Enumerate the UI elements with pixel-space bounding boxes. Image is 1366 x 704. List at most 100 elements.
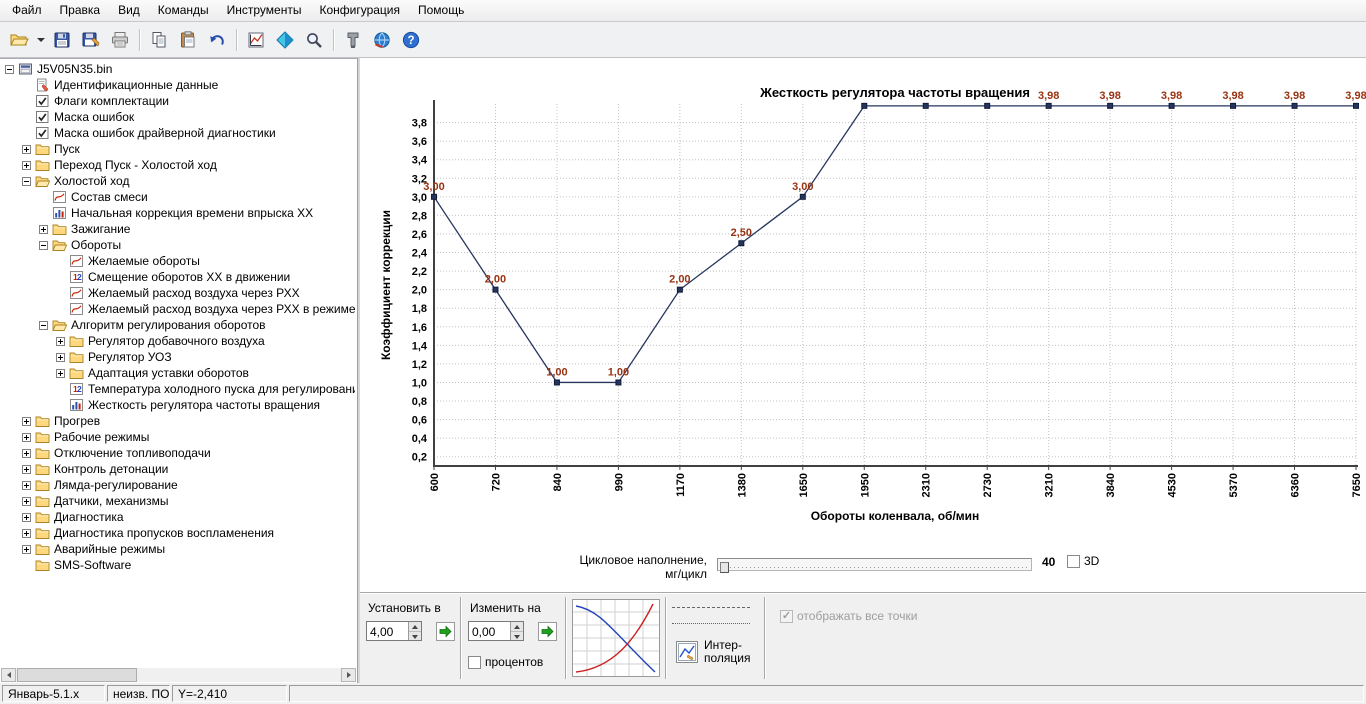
open-button[interactable] (5, 26, 33, 54)
connection-button[interactable] (368, 26, 396, 54)
tree-item[interactable]: Регулятор добавочного воздуха (2, 333, 355, 349)
tree-item[interactable]: SMS-Software (2, 557, 355, 573)
tree-item[interactable]: Прогрев (2, 413, 355, 429)
paste-button[interactable] (174, 26, 202, 54)
data-point[interactable] (984, 102, 991, 109)
tree-item[interactable]: Начальная коррекция времени впрыска ХХ (2, 205, 355, 221)
tree-item[interactable]: Состав смеси (2, 189, 355, 205)
slider-track[interactable] (717, 558, 1032, 573)
menu-help[interactable]: Помощь (409, 0, 473, 21)
data-point[interactable] (1045, 102, 1052, 109)
data-point[interactable] (431, 193, 437, 200)
tree-item[interactable]: Обороты (2, 237, 355, 253)
tree-expand-icon[interactable] (22, 160, 31, 170)
menu-edit[interactable]: Правка (51, 0, 110, 21)
tree-expand-icon[interactable] (22, 528, 31, 538)
tree-expand-icon[interactable] (56, 352, 65, 362)
tree-expand-icon[interactable] (39, 224, 48, 234)
tree-item[interactable]: Датчики, механизмы (2, 493, 355, 509)
tree-collapse-icon[interactable] (39, 240, 48, 250)
tree-item[interactable]: Рабочие режимы (2, 429, 355, 445)
apply-change-button[interactable] (538, 622, 557, 641)
tree-item[interactable]: Аварийные режимы (2, 541, 355, 557)
tree-expand-icon[interactable] (22, 416, 31, 426)
copy-button[interactable] (145, 26, 173, 54)
tools-button[interactable] (339, 26, 367, 54)
tree-item[interactable]: Алгоритм регулирования оборотов (2, 317, 355, 333)
tree-item[interactable]: Зажигание (2, 221, 355, 237)
menu-tools[interactable]: Инструменты (218, 0, 311, 21)
slider-thumb[interactable] (720, 562, 729, 573)
tree-item[interactable]: Контроль детонации (2, 461, 355, 477)
tree-expand-icon[interactable] (22, 512, 31, 522)
function-preview[interactable] (572, 599, 660, 677)
save-as-button[interactable] (77, 26, 105, 54)
tree-item[interactable]: Пуск (2, 141, 355, 157)
tree-item[interactable]: 1 2 Смещение оборотов ХХ в движении (2, 269, 355, 285)
tree-expand-icon[interactable] (22, 464, 31, 474)
data-point[interactable] (1230, 102, 1237, 109)
scroll-left-button[interactable] (1, 668, 16, 682)
menu-view[interactable]: Вид (109, 0, 149, 21)
compare-button[interactable] (271, 26, 299, 54)
interpolation-button[interactable]: Интер- поляция (676, 639, 750, 665)
help-button[interactable]: ? (397, 26, 425, 54)
tree-item[interactable]: Отключение топливоподачи (2, 445, 355, 461)
print-button[interactable] (106, 26, 134, 54)
tree-item[interactable]: Маска ошибок драйверной диагностики (2, 125, 355, 141)
tree-item[interactable]: Желаемый расход воздуха через РХХ (2, 285, 355, 301)
menu-configuration[interactable]: Конфигурация (310, 0, 409, 21)
menu-file[interactable]: Файл (3, 0, 51, 21)
data-point[interactable] (1291, 102, 1298, 109)
menu-commands[interactable]: Команды (149, 0, 218, 21)
spin-down-button[interactable] (409, 631, 421, 640)
tree-item[interactable]: Желаемые обороты (2, 253, 355, 269)
tree-item[interactable]: Диагностика пропусков воспламенения (2, 525, 355, 541)
tree-item[interactable]: Регулятор УОЗ (2, 349, 355, 365)
data-point[interactable] (553, 379, 560, 386)
tree-item[interactable]: J5V05N35.bin (2, 61, 355, 77)
tree-item[interactable]: Жесткость регулятора частоты вращения (2, 397, 355, 413)
tree-item[interactable]: Флаги комплектации (2, 93, 355, 109)
scrollbar-track[interactable] (137, 668, 341, 682)
tree-expand-icon[interactable] (22, 432, 31, 442)
set-to-input[interactable] (367, 622, 408, 640)
tree-collapse-icon[interactable] (22, 176, 31, 186)
data-point[interactable] (738, 240, 745, 247)
tree-collapse-icon[interactable] (39, 320, 48, 330)
scroll-right-button[interactable] (341, 668, 356, 682)
tree-item[interactable]: Желаемый расход воздуха через РХХ в режи… (2, 301, 355, 317)
data-point[interactable] (799, 193, 806, 200)
tree-expand-icon[interactable] (22, 480, 31, 490)
tree-item[interactable]: Маска ошибок (2, 109, 355, 125)
tree-item[interactable]: Лямда-регулирование (2, 477, 355, 493)
zoom-button[interactable] (300, 26, 328, 54)
tree-expand-icon[interactable] (56, 336, 65, 346)
data-point[interactable] (861, 102, 868, 109)
tree-expand-icon[interactable] (22, 448, 31, 458)
tree-item[interactable]: Идентификационные данные (2, 77, 355, 93)
checkbox-percent[interactable] (468, 655, 481, 669)
spin-up-button[interactable] (511, 622, 523, 632)
apply-set-button[interactable] (436, 622, 455, 641)
save-button[interactable] (48, 26, 76, 54)
tree-collapse-icon[interactable] (5, 64, 14, 74)
data-point[interactable] (615, 379, 622, 386)
data-point[interactable] (492, 286, 499, 293)
spin-down-button[interactable] (511, 631, 523, 640)
tree-expand-icon[interactable] (22, 544, 31, 554)
tree-item[interactable]: Холостой ход (2, 173, 355, 189)
data-point[interactable] (922, 102, 929, 109)
spin-up-button[interactable] (409, 622, 421, 632)
change-by-input[interactable] (469, 622, 510, 640)
tree-item[interactable]: 1 2 Температура холодного пуска для регули… (2, 381, 355, 397)
tree-item[interactable]: Диагностика (2, 509, 355, 525)
tree-item[interactable]: Адаптация уставки оборотов (2, 365, 355, 381)
data-point[interactable] (1168, 102, 1175, 109)
regulator-stiffness-chart[interactable]: 0,2 0,4 0,6 0,8 1,0 1,2 1,4 1,6 1,8 2,0 2,2 2,4 2,6 2… (360, 58, 1366, 548)
cycle-fill-slider[interactable] (717, 556, 1032, 574)
tree-expand-icon[interactable] (22, 496, 31, 506)
data-point[interactable] (1353, 102, 1359, 109)
tree-item[interactable]: Переход Пуск - Холостой ход (2, 157, 355, 173)
data-point[interactable] (1107, 102, 1114, 109)
